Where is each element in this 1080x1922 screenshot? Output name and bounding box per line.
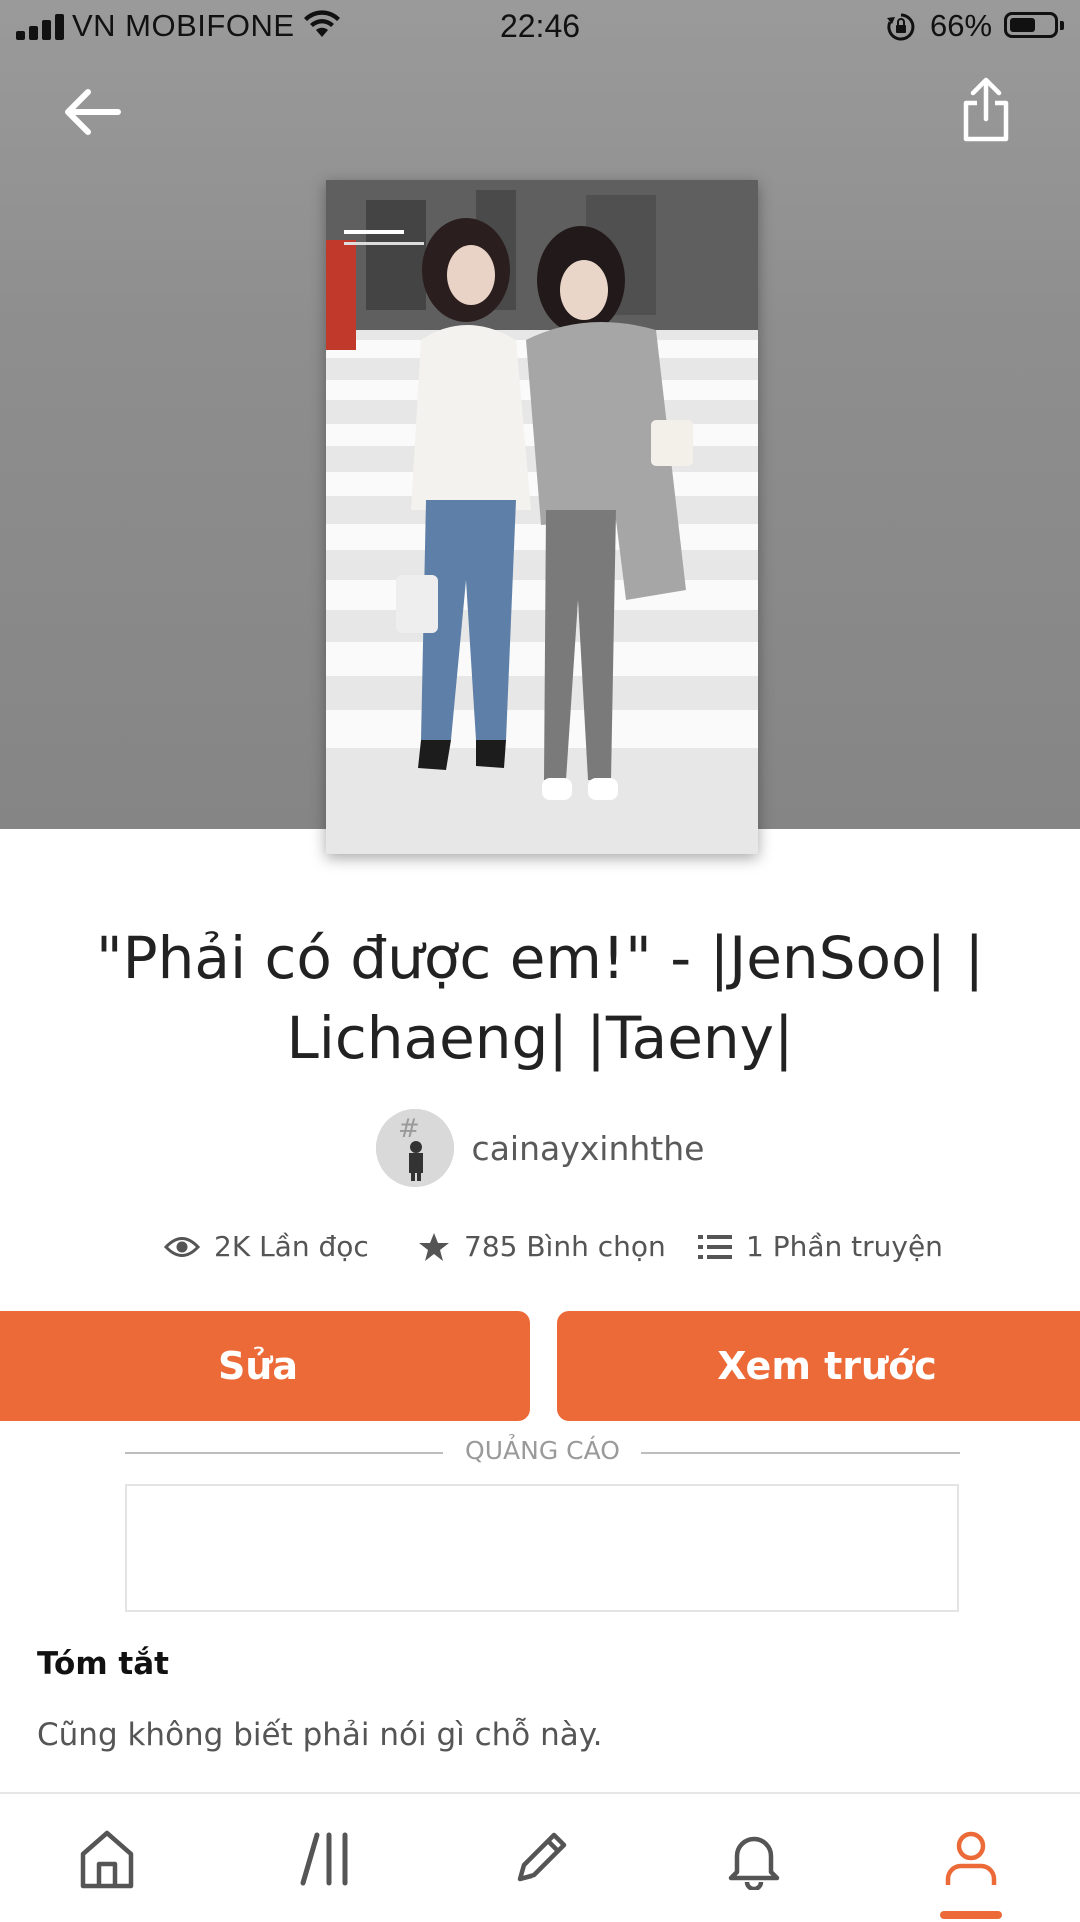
bottom-tab-bar: [0, 1792, 1080, 1922]
active-tab-indicator: [940, 1911, 1002, 1919]
author-row[interactable]: # cainayxinhthe: [0, 1108, 1080, 1188]
star-icon: [419, 1232, 449, 1261]
share-icon: [963, 77, 1009, 142]
status-bar: VN MOBIFONE 22:46 66%: [0, 0, 1080, 52]
ad-label: QUẢNG CÁO: [465, 1436, 620, 1465]
profile-icon: [945, 1831, 997, 1885]
tab-profile[interactable]: [921, 1814, 1021, 1904]
list-icon: [698, 1234, 732, 1259]
ad-banner-slot[interactable]: [125, 1484, 959, 1612]
status-time: 22:46: [499, 8, 581, 44]
svg-text:#: #: [398, 1114, 420, 1144]
library-icon: [300, 1832, 348, 1886]
reads-stat: 2K Lần đọc: [164, 1230, 369, 1263]
story-title: "Phải có được em!" - |JenSoo| | Lichaeng…: [95, 924, 984, 1072]
story-cover-image[interactable]: [326, 180, 758, 854]
parts-count: 1 Phần truyện: [746, 1230, 943, 1263]
parts-stat: 1 Phần truyện: [698, 1230, 943, 1263]
rotation-lock-icon: [886, 12, 916, 50]
share-button[interactable]: [946, 70, 1026, 150]
back-arrow-icon: [65, 89, 121, 135]
back-button[interactable]: [52, 72, 132, 152]
avatar[interactable]: #: [375, 1109, 454, 1187]
votes-stat: 785 Bình chọn: [418, 1230, 666, 1263]
tab-home[interactable]: [57, 1814, 157, 1904]
notifications-icon: [728, 1836, 780, 1890]
battery-percent: 66%: [930, 8, 993, 43]
home-icon: [80, 1830, 134, 1889]
battery-icon: [1004, 12, 1064, 38]
edit-button[interactable]: Sửa: [0, 1311, 530, 1421]
votes-count: 785 Bình chọn: [464, 1230, 666, 1263]
tab-write[interactable]: [490, 1814, 590, 1904]
author-name[interactable]: cainayxinhthe: [472, 1129, 705, 1168]
preview-button[interactable]: Xem trước: [557, 1311, 1080, 1421]
story-stats: 2K Lần đọc 785 Bình chọn 1 Phần truyện: [0, 1222, 1080, 1274]
reads-count: 2K Lần đọc: [214, 1230, 369, 1263]
summary-heading: Tóm tắt: [37, 1646, 169, 1682]
ad-divider: QUẢNG CÁO: [125, 1436, 960, 1470]
tab-library[interactable]: [277, 1814, 377, 1904]
summary-text: Cũng không biết phải nói gì chỗ này.: [37, 1717, 603, 1753]
write-icon: [517, 1832, 567, 1882]
tab-notifications[interactable]: [704, 1814, 804, 1904]
eye-icon: [164, 1236, 200, 1257]
